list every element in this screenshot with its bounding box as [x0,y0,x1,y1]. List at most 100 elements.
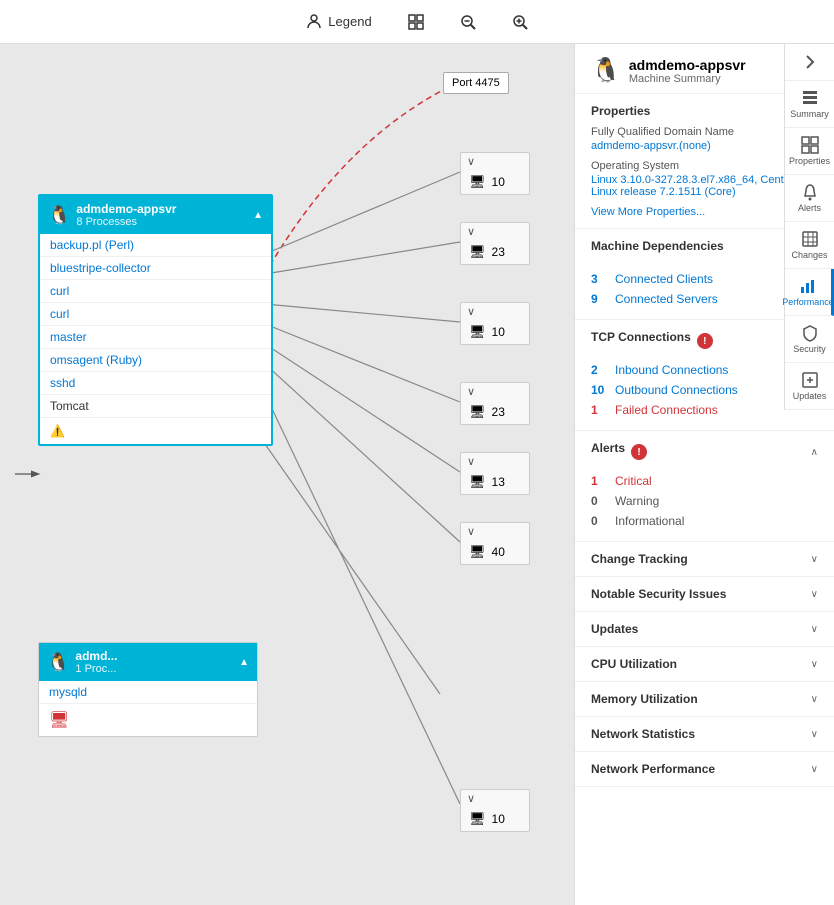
info-label[interactable]: Informational [615,514,684,528]
grid-icon [408,14,424,30]
alerts-sidebar-label: Alerts [798,203,821,213]
tcp-title: TCP Connections [591,330,691,344]
main-node: 🐧 admdemo-appsvr 8 Processes ▲ backup.pl… [38,194,273,446]
notable-security-label: Notable Security Issues [591,587,726,601]
critical-label[interactable]: Critical [615,474,652,488]
remote-count-7: 10 [492,812,505,826]
linux-icon-2: 🐧 [47,652,69,673]
monitor-icon-7: 🖥 [469,811,486,827]
alerts-icon [801,183,819,201]
process-curl2[interactable]: curl [40,303,271,326]
remote-node-4[interactable]: ∨ 🖥 23 [460,382,530,425]
info-count: 0 [591,514,607,528]
network-performance-chevron: ∨ [811,764,818,775]
failed-label[interactable]: Failed Connections [615,403,718,417]
remote-count-1: 10 [492,175,505,189]
remote-count-4: 23 [492,405,505,419]
network-statistics-label: Network Statistics [591,727,695,741]
tcp-alert-icon: ! [697,333,713,349]
process-curl1[interactable]: curl [40,280,271,303]
outbound-count: 10 [591,383,607,397]
main-node-header[interactable]: 🐧 admdemo-appsvr 8 Processes ▲ [40,196,271,234]
summary-label: Summary [790,109,829,119]
updates-chevron: ∨ [811,624,818,635]
process-bluestripe[interactable]: bluestripe-collector [40,257,271,280]
cpu-utilization-chevron: ∨ [811,659,818,670]
network-statistics-section[interactable]: Network Statistics ∨ [575,717,834,752]
remote-count-5: 13 [492,475,505,489]
notable-security-section[interactable]: Notable Security Issues ∨ [575,577,834,612]
process-master[interactable]: master [40,326,271,349]
changes-label: Changes [791,250,827,260]
updates-section[interactable]: Updates ∨ [575,612,834,647]
monitor-icon-4: 🖥 [469,404,486,420]
main-node-name: admdemo-appsvr [76,202,176,216]
change-tracking-chevron: ∨ [811,554,818,565]
monitor-icon-3: 🖥 [469,324,486,340]
cpu-utilization-label: CPU Utilization [591,657,677,671]
remote-count-6: 40 [492,545,505,559]
outbound-label[interactable]: Outbound Connections [615,383,738,397]
remote-node-3[interactable]: ∨ 🖥 10 [460,302,530,345]
process-sshd[interactable]: sshd [40,372,271,395]
memory-utilization-label: Memory Utilization [591,692,698,706]
machine-deps-title: Machine Dependencies [591,239,724,253]
zoom-out-icon [460,14,476,30]
grid-button[interactable] [400,10,432,34]
alert-warning-row: 0 Warning [591,491,818,511]
network-performance-label: Network Performance [591,762,715,776]
updates-icon [801,371,819,389]
alert-critical-row: 1 Critical [591,471,818,491]
properties-label: Properties [789,156,830,166]
performance-icon [799,277,817,295]
sidebar-item-properties[interactable]: Properties [785,128,834,175]
connected-clients-label[interactable]: Connected Clients [615,272,713,286]
change-tracking-section[interactable]: Change Tracking ∨ [575,542,834,577]
sidebar-item-summary[interactable]: Summary [785,81,834,128]
warning-label[interactable]: Warning [615,494,659,508]
critical-count: 1 [591,474,607,488]
chevron-right-icon [805,54,815,70]
process-omsagent[interactable]: omsagent (Ruby) [40,349,271,372]
inbound-label[interactable]: Inbound Connections [615,363,728,377]
top-toolbar: Legend [0,0,834,44]
sidebar-item-security[interactable]: Security [785,316,834,363]
network-performance-section[interactable]: Network Performance ∨ [575,752,834,787]
canvas-area[interactable]: Port 4475 🐧 admdemo-appsvr 8 Processes ▲… [0,44,574,905]
collapse-main-node[interactable]: ▲ [253,210,263,221]
sidebar-item-performance[interactable]: Performance [785,269,834,316]
change-tracking-label: Change Tracking [591,552,688,566]
connected-servers-label[interactable]: Connected Servers [615,292,718,306]
notable-security-chevron: ∨ [811,589,818,600]
updates-sidebar-label: Updates [793,391,827,401]
sidebar-item-alerts[interactable]: Alerts [785,175,834,222]
port-label: Port 4475 [452,77,500,89]
process-backup[interactable]: backup.pl (Perl) [40,234,271,257]
network-statistics-chevron: ∨ [811,729,818,740]
memory-utilization-section[interactable]: Memory Utilization ∨ [575,682,834,717]
security-label: Security [793,344,826,354]
monitor-icon-2: 🖥 [469,244,486,260]
port-node[interactable]: Port 4475 [443,72,509,94]
connected-servers-count: 9 [591,292,607,306]
secondary-node-header[interactable]: 🐧 admd... 1 Proc... ▲ [39,643,257,681]
process-mysqld[interactable]: mysqld [39,681,257,704]
remote-node-5[interactable]: ∨ 🖥 13 [460,452,530,495]
remote-node-1[interactable]: ∨ 🖥 10 [460,152,530,195]
legend-button[interactable]: Legend [298,10,379,34]
zoom-in-button[interactable] [504,10,536,34]
remote-node-6[interactable]: ∨ 🖥 40 [460,522,530,565]
security-icon [801,324,819,342]
sidebar-item-changes[interactable]: Changes [785,222,834,269]
legend-icon [306,14,322,30]
inbound-count: 2 [591,363,607,377]
panel-expand-button[interactable] [785,44,834,81]
zoom-out-button[interactable] [452,10,484,34]
cpu-utilization-section[interactable]: CPU Utilization ∨ [575,647,834,682]
alerts-collapse[interactable]: ∧ [811,447,818,458]
collapse-secondary-node[interactable]: ▲ [239,657,249,668]
remote-node-2[interactable]: ∨ 🖥 23 [460,222,530,265]
remote-node-7[interactable]: ∨ 🖥 10 [460,789,530,832]
sidebar-item-updates[interactable]: Updates [785,363,834,410]
process-tomcat[interactable]: Tomcat [40,395,271,418]
